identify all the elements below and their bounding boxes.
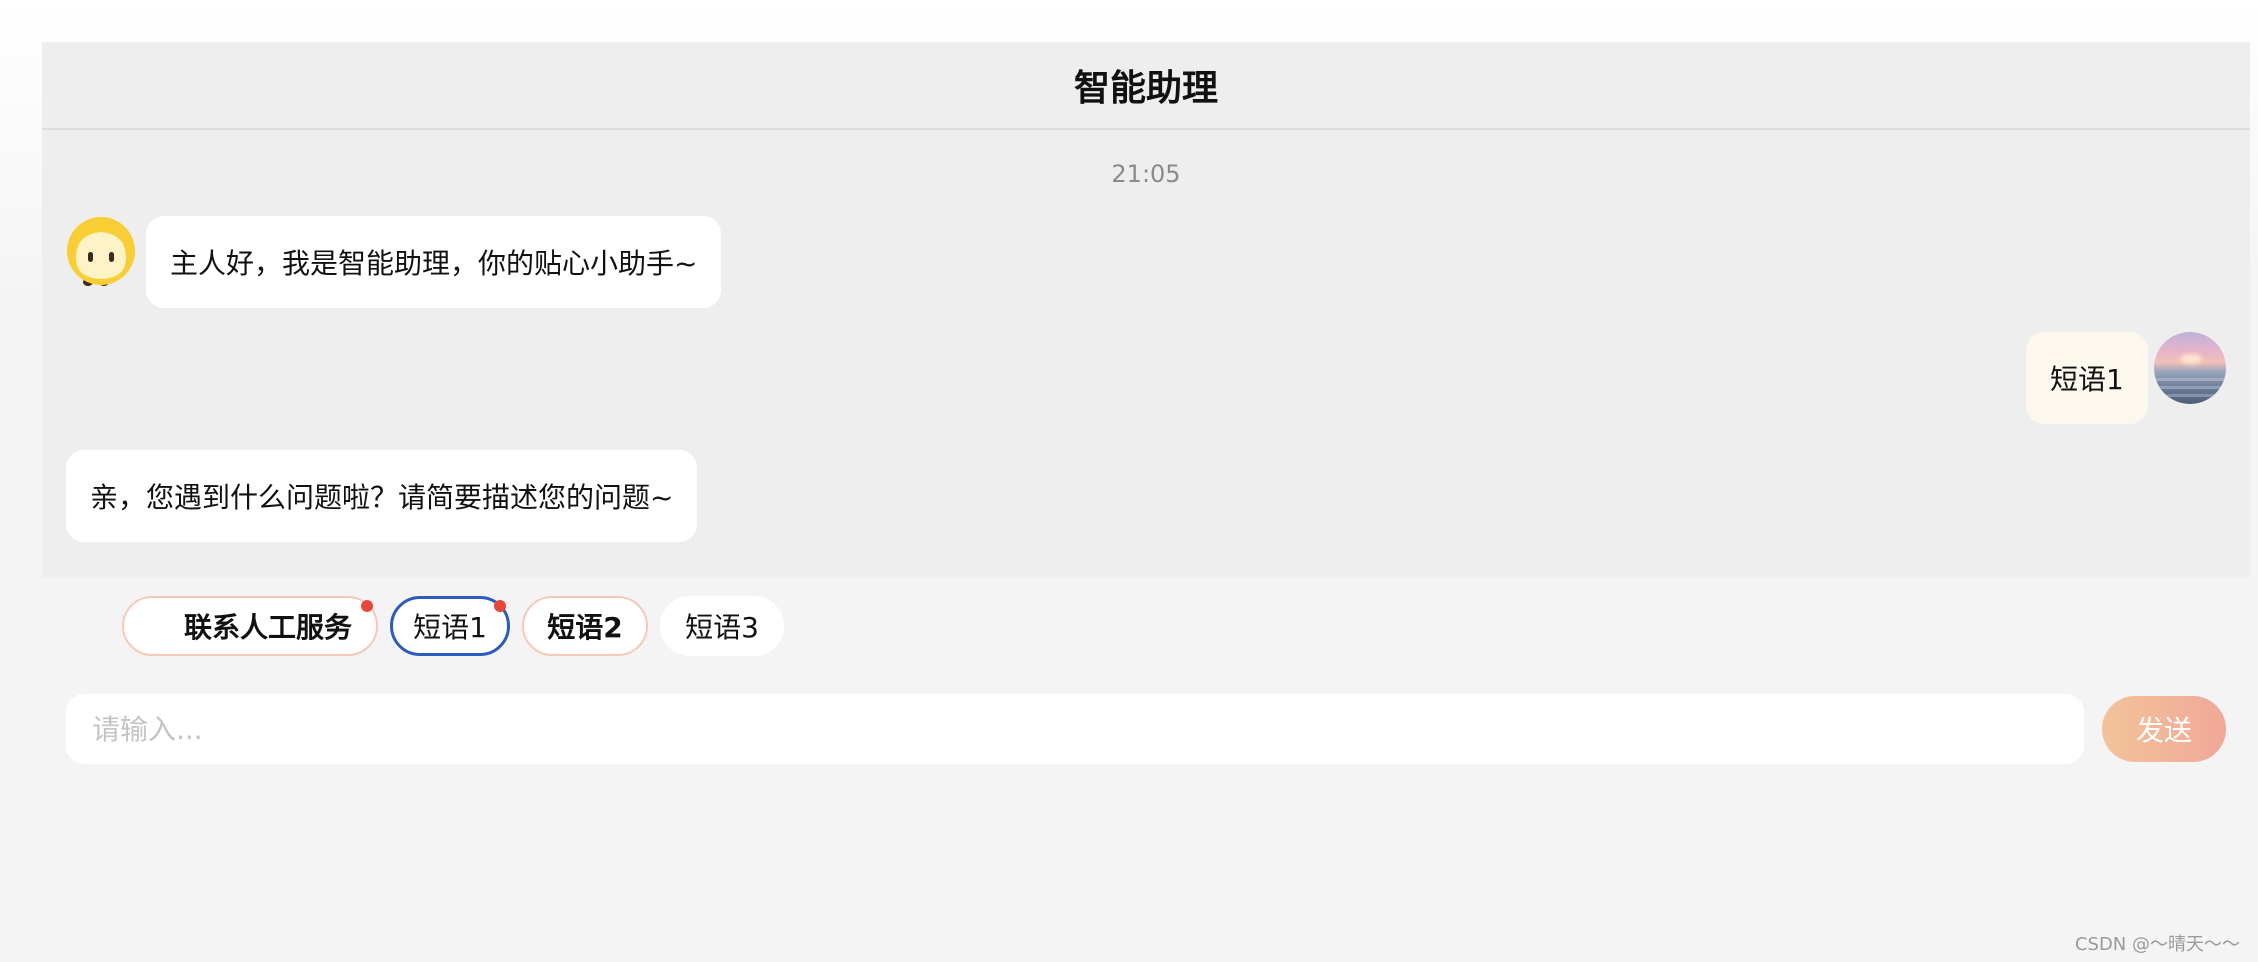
quick-reply-phrase-3[interactable]: 短语3 (660, 596, 784, 656)
bot-message-bubble: 亲，您遇到什么问题啦？请简要描述您的问题~ (66, 450, 698, 542)
quick-reply-label: 联系人工服务 (183, 611, 352, 644)
watermark: CSDN @～晴天～～ (2074, 934, 2240, 955)
user-avatar-icon (2154, 332, 2226, 404)
message-timestamp: 21:05 (1111, 160, 1181, 188)
user-message-bubble: 短语1 (2026, 332, 2148, 424)
bot-message-bubble: 主人好，我是智能助理，你的贴心小助手~ (146, 216, 722, 308)
bot-avatar-icon (67, 217, 135, 286)
notification-dot (494, 600, 506, 612)
quick-reply-label: 短语3 (685, 611, 759, 644)
chat-panel: 智能助理 21:05 主人好，我是智能助理，你的贴心小助手~ 短语1 亲，您遇到… (42, 42, 2250, 578)
quick-reply-phrase-1[interactable]: 短语1 (390, 596, 510, 656)
notification-dot (361, 600, 373, 612)
message-input[interactable] (90, 711, 2060, 747)
quick-reply-label: 短语2 (547, 611, 623, 644)
send-button[interactable]: 发送 (2102, 696, 2226, 762)
message-input-container (66, 694, 2084, 764)
quick-reply-contact-agent[interactable]: 联系人工服务 (122, 596, 378, 656)
quick-reply-phrase-2[interactable]: 短语2 (522, 596, 648, 656)
page-title: 智能助理 (42, 42, 2250, 130)
quick-reply-label: 短语1 (413, 611, 487, 644)
quick-reply-bar: 联系人工服务 短语1 短语2 短语3 (0, 596, 2258, 656)
